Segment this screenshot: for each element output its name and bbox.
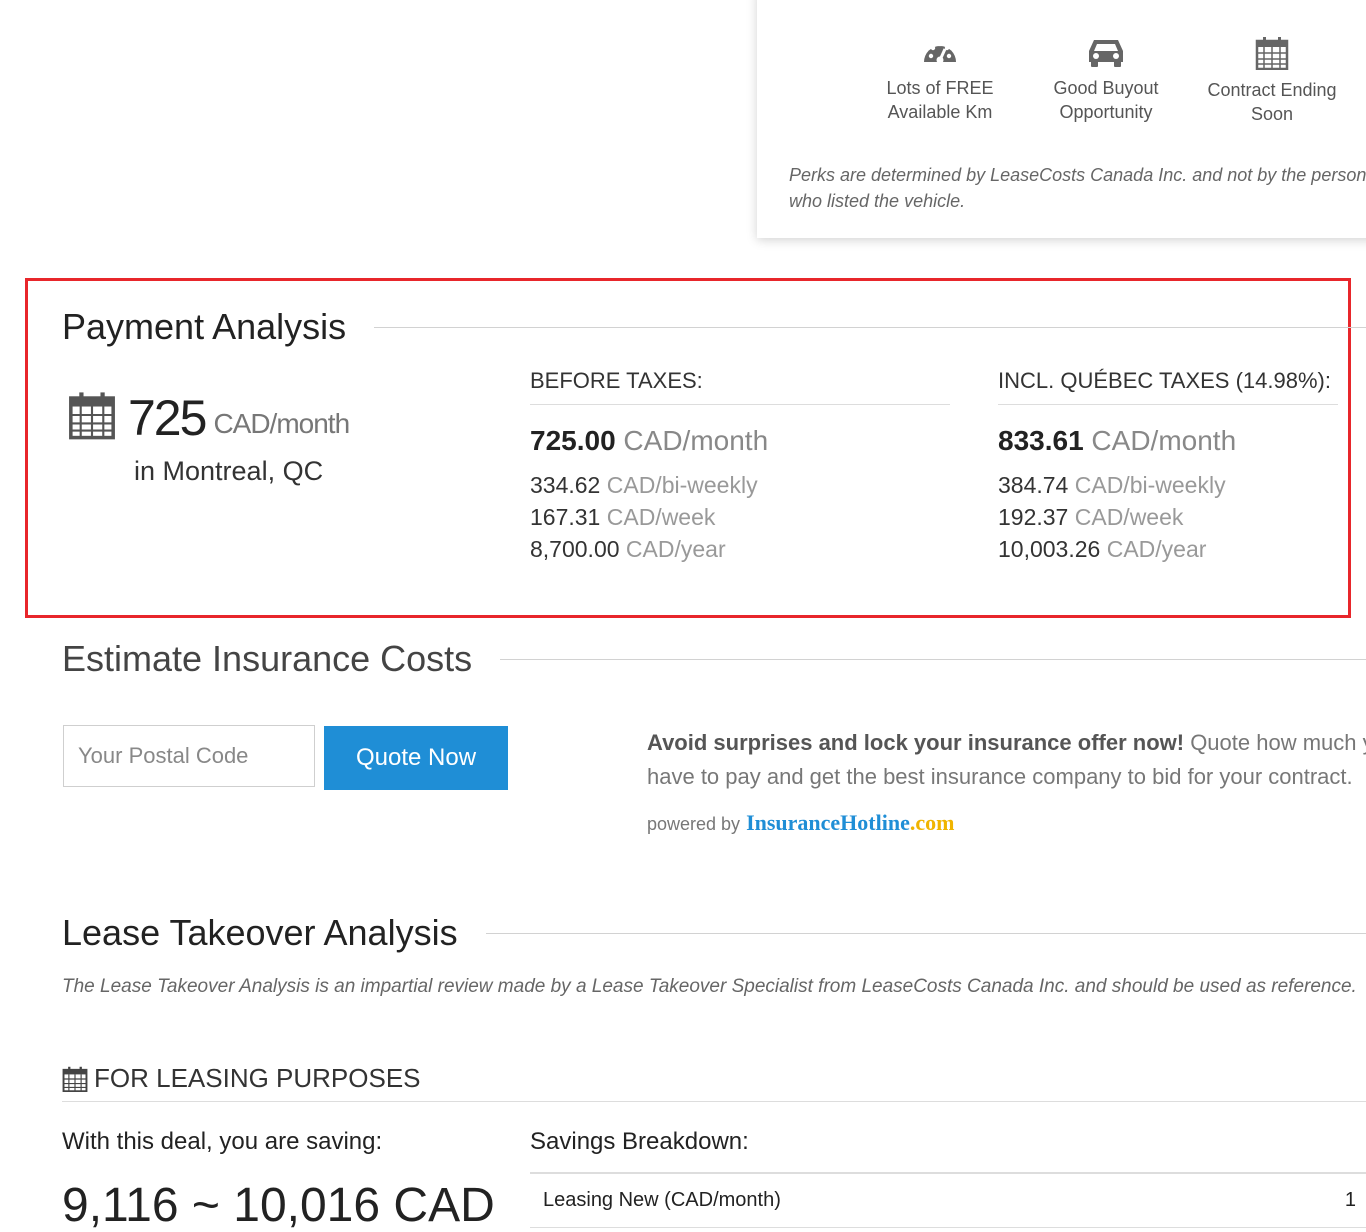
postal-code-input[interactable] [63, 725, 315, 787]
incl-weekly: 192.37 CAD/week [998, 501, 1338, 533]
perk-line1: Lots of FREE [886, 78, 994, 98]
before-weekly: 167.31 CAD/week [530, 501, 950, 533]
amount: 725.00 [530, 425, 616, 456]
insurance-text-bold: Avoid surprises and lock your insurance … [647, 730, 1185, 755]
perk-line1: Good Buyout [1053, 78, 1159, 98]
perks-card: Lots of FREE Available Km Good Buyout Op… [757, 0, 1366, 238]
brand-suffix: .com [909, 810, 955, 835]
unit: CAD/week [1074, 504, 1184, 530]
saving-label: With this deal, you are saving: [62, 1128, 383, 1155]
perks-note: Perks are determined by LeaseCosts Canad… [789, 165, 1366, 211]
perk-buyout: Good Buyout Opportunity [1023, 36, 1189, 126]
brand-main: InsuranceHotline [746, 810, 910, 835]
calendar-icon [1255, 37, 1289, 70]
incl-sub-amounts: 384.74 CAD/bi-weekly 192.37 CAD/week 10,… [998, 469, 1338, 565]
incl-monthly: 833.61 CAD/month [998, 425, 1338, 457]
lease-note: The Lease Takeover Analysis is an impart… [62, 976, 1357, 997]
unit: CAD/month [1091, 425, 1237, 456]
amount: 192.37 [998, 504, 1069, 530]
insurance-description: Avoid surprises and lock your insurance … [647, 726, 1366, 796]
section-divider [374, 326, 1366, 328]
payment-analysis-header: Payment Analysis [62, 306, 1366, 348]
amount: 8,700.00 [530, 536, 620, 562]
calendar-icon [69, 392, 115, 440]
calendar-icon [62, 1066, 88, 1092]
insurance-text-line2: have to pay and get the best insurance c… [647, 764, 1353, 789]
perk-line2: Opportunity [1059, 102, 1153, 122]
perks-row: Lots of FREE Available Km Good Buyout Op… [857, 36, 1355, 126]
perk-contract-ending: Contract Ending Soon [1189, 36, 1355, 126]
before-taxes-column: BEFORE TAXES: 725.00 CAD/month 334.62 CA… [530, 368, 950, 565]
unit: CAD/month [623, 425, 769, 456]
insurance-header: Estimate Insurance Costs [62, 638, 1366, 680]
page-title: Payment Analysis [62, 306, 347, 347]
section-divider [500, 658, 1366, 660]
breakdown-label: Savings Breakdown: [530, 1128, 749, 1155]
insurance-text-rest: Quote how much you [1190, 730, 1366, 755]
amount: 167.31 [530, 504, 601, 530]
powered-by-label: powered by [647, 814, 741, 834]
incl-taxes-column: INCL. QUÉBEC TAXES (14.98%): 833.61 CAD/… [998, 368, 1338, 565]
incl-yearly: 10,003.26 CAD/year [998, 533, 1338, 565]
table-row: Leasing New (CAD/month) 1 [530, 1172, 1366, 1228]
perk-line2: Soon [1250, 104, 1294, 124]
leasing-purposes-header: FOR LEASING PURPOSES [62, 1056, 1366, 1102]
monthly-value: 725 [128, 390, 207, 446]
speedometer-icon [924, 41, 956, 64]
section-divider [485, 932, 1366, 934]
purpose-label: FOR LEASING PURPOSES [94, 1063, 421, 1093]
before-taxes-heading: BEFORE TAXES: [530, 368, 950, 405]
before-monthly: 725.00 CAD/month [530, 425, 950, 457]
car-icon [1089, 40, 1123, 67]
perk-line1: Contract Ending [1207, 80, 1337, 100]
incl-biweekly: 384.74 CAD/bi-weekly [998, 469, 1338, 501]
unit: CAD/bi-weekly [1074, 472, 1226, 498]
monthly-unit: CAD/month [213, 408, 350, 439]
location-text: in Montreal, QC [134, 456, 324, 486]
perk-line2: Available Km [887, 102, 993, 122]
quote-now-button[interactable]: Quote Now [324, 726, 508, 790]
unit: CAD/bi-weekly [606, 472, 758, 498]
insurance-title: Estimate Insurance Costs [62, 638, 473, 679]
amount: 10,003.26 [998, 536, 1101, 562]
monthly-summary: 725 CAD/month [68, 388, 350, 448]
breakdown-row-label: Leasing New (CAD/month) [543, 1189, 781, 1211]
amount: 833.61 [998, 425, 1084, 456]
saving-amount: 9,116 ~ 10,016 CAD [62, 1179, 495, 1232]
lease-title: Lease Takeover Analysis [62, 912, 458, 953]
amount: 334.62 [530, 472, 601, 498]
lease-takeover-header: Lease Takeover Analysis [62, 912, 1366, 954]
perk-free-km: Lots of FREE Available Km [857, 36, 1023, 126]
incl-taxes-heading: INCL. QUÉBEC TAXES (14.98%): [998, 368, 1338, 405]
insurancehotline-logo[interactable]: InsuranceHotline.com [746, 810, 954, 836]
unit: CAD/week [606, 504, 716, 530]
before-sub-amounts: 334.62 CAD/bi-weekly 167.31 CAD/week 8,7… [530, 469, 950, 565]
before-biweekly: 334.62 CAD/bi-weekly [530, 469, 950, 501]
powered-by: powered by InsuranceHotline.com [647, 810, 954, 836]
amount: 384.74 [998, 472, 1069, 498]
breakdown-row-value: 1 [1344, 1189, 1356, 1211]
unit: CAD/year [1106, 536, 1207, 562]
before-yearly: 8,700.00 CAD/year [530, 533, 950, 565]
unit: CAD/year [625, 536, 726, 562]
